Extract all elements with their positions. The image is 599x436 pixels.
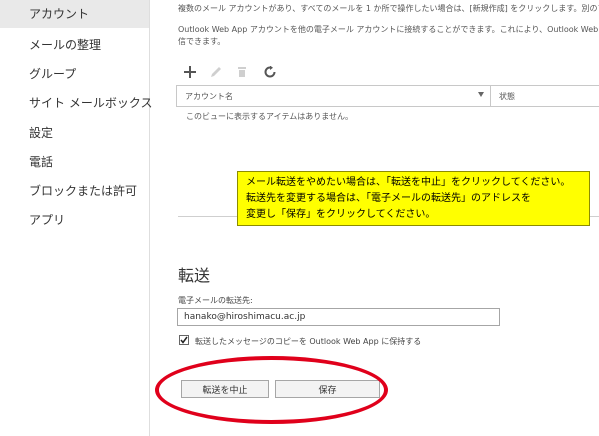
plus-icon[interactable] xyxy=(182,64,198,80)
instruction-callout: メール転送をやめたい場合は、「転送を中止」をクリックしてください。 転送先を変更… xyxy=(237,171,590,226)
sidebar-item-site-mailboxes[interactable]: サイト メールボックス xyxy=(29,94,152,111)
keep-copy-label[interactable]: 転送したメッセージのコピーを Outlook Web App に保持する xyxy=(195,336,421,347)
accounts-connect-text: Outlook Web App アカウントを他の電子メール アカウントに接続する… xyxy=(178,25,599,34)
callout-line: メール転送をやめたい場合は、「転送を中止」をクリックしてください。 xyxy=(246,177,571,188)
save-button[interactable]: 保存 xyxy=(275,380,380,398)
keep-copy-checkbox[interactable] xyxy=(179,335,189,345)
callout-line: 変更し「保存」をクリックしてください。 xyxy=(246,209,436,220)
pencil-icon[interactable] xyxy=(208,64,224,80)
accounts-intro-text: 複数のメール アカウントがあり、すべてのメールを 1 か所で操作したい場合は、[… xyxy=(178,4,599,13)
column-header-account-name[interactable]: アカウント名 xyxy=(177,86,491,106)
sidebar-item-apps[interactable]: アプリ xyxy=(29,211,65,228)
settings-sidebar: アカウント メールの整理 グループ サイト メールボックス 設定 電話 ブロック… xyxy=(0,0,152,436)
sidebar-item-settings[interactable]: 設定 xyxy=(29,124,53,141)
forward-address-input[interactable] xyxy=(177,308,500,326)
trash-icon[interactable] xyxy=(234,64,250,80)
sidebar-item-block-or-allow[interactable]: ブロックまたは許可 xyxy=(29,182,137,199)
sidebar-item-organize-email[interactable]: メールの整理 xyxy=(29,36,101,53)
empty-list-message: このビューに表示するアイテムはありません。 xyxy=(186,112,353,121)
sidebar-item-phone[interactable]: 電話 xyxy=(29,153,53,170)
forwarding-section-title: 転送 xyxy=(178,266,211,285)
refresh-icon[interactable] xyxy=(262,64,278,80)
callout-line: 転送先を変更する場合は、「電子メールの転送先」のアドレスを xyxy=(246,193,531,204)
stop-forwarding-button[interactable]: 転送を中止 xyxy=(181,380,269,398)
sidebar-item-account[interactable]: アカウント xyxy=(0,0,149,28)
column-header-status[interactable]: 状態 xyxy=(499,86,515,111)
accounts-table-header: アカウント名 状態 xyxy=(176,85,599,107)
sidebar-item-label: アカウント xyxy=(29,7,90,21)
forward-address-label: 電子メールの転送先: xyxy=(178,296,253,305)
sidebar-item-groups[interactable]: グループ xyxy=(29,65,76,82)
sort-arrow-icon[interactable] xyxy=(478,92,484,97)
accounts-connect-text-cont: 信できます。 xyxy=(178,37,226,46)
